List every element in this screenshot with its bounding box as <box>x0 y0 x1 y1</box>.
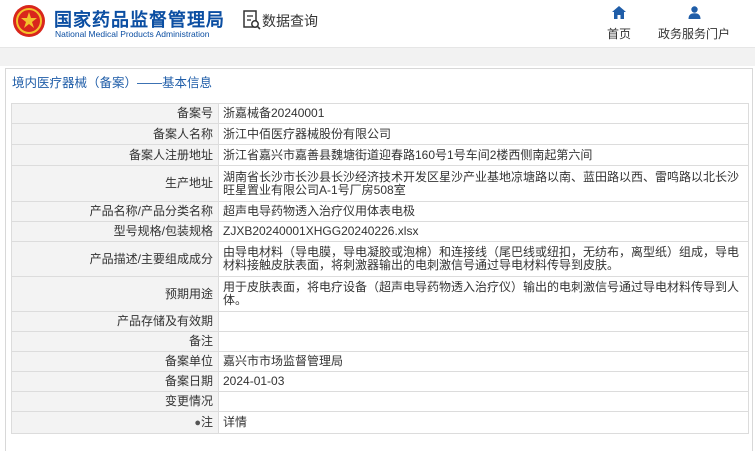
field-label: 产品存储及有效期 <box>11 311 219 332</box>
field-value: 浙嘉械备20240001 <box>218 103 749 124</box>
table-row: 产品存储及有效期 <box>11 311 749 332</box>
field-label: 预期用途 <box>11 276 219 312</box>
field-value: 超声电导药物透入治疗仪用体表电极 <box>218 201 749 222</box>
nav-home[interactable]: 首页 <box>604 6 634 42</box>
field-label: 备案人名称 <box>11 123 219 145</box>
field-value: 浙江中佰医疗器械股份有限公司 <box>218 123 749 145</box>
table-row: 备注 <box>11 331 749 352</box>
site-header: 国家药品监督管理局 National Medical Products Admi… <box>0 0 755 48</box>
field-value: 嘉兴市市场监督管理局 <box>218 351 749 372</box>
data-query-icon <box>243 10 261 30</box>
brand-title-en: National Medical Products Administration <box>55 29 210 39</box>
nav-gov-portal[interactable]: 政务服务门户 <box>656 6 732 42</box>
lightbulb-icon: ● <box>194 416 201 429</box>
home-icon <box>612 6 626 19</box>
field-value: 由导电材料（导电膜，导电凝胶或泡棉）和连接线（尾巴线或纽扣，无纺布，离型纸）组成… <box>218 241 749 277</box>
field-label: 备案单位 <box>11 351 219 372</box>
table-row: 产品名称/产品分类名称 超声电导药物透入治疗仪用体表电极 <box>11 201 749 222</box>
field-label: 备注 <box>11 331 219 352</box>
field-value: 湖南省长沙市长沙县长沙经济技术开发区星沙产业基地凉塘路以南、蓝田路以西、雷鸣路以… <box>218 165 749 202</box>
table-row: 产品描述/主要组成成分 由导电材料（导电膜，导电凝胶或泡棉）和连接线（尾巴线或纽… <box>11 241 749 277</box>
field-value <box>218 331 749 352</box>
table-row: 备案人注册地址 浙江省嘉兴市嘉善县魏塘街道迎春路160号1号车间2楼西侧南起第六… <box>11 144 749 166</box>
details-link[interactable]: 详情 <box>218 411 749 434</box>
field-label: 备案日期 <box>11 371 219 392</box>
record-detail-table: 备案号 浙嘉械备20240001 备案人名称 浙江中佰医疗器械股份有限公司 备案… <box>11 103 749 434</box>
table-row: 预期用途 用于皮肤表面，将电疗设备（超声电导药物透入治疗仪）输出的电刺激信号通过… <box>11 276 749 312</box>
table-row: 变更情况 <box>11 391 749 412</box>
user-icon <box>688 6 700 19</box>
field-label: 变更情况 <box>11 391 219 412</box>
data-query-label[interactable]: 数据查询 <box>262 11 318 31</box>
note-label-text: 注 <box>200 414 213 429</box>
note-label: ●注 <box>11 411 219 434</box>
header-divider-band <box>0 48 755 66</box>
table-row: ●注 详情 <box>11 411 749 434</box>
nav-home-label: 首页 <box>606 27 631 41</box>
field-label: 生产地址 <box>11 165 219 202</box>
field-value <box>218 311 749 332</box>
table-row: 备案单位 嘉兴市市场监督管理局 <box>11 351 749 372</box>
table-row: 生产地址 湖南省长沙市长沙县长沙经济技术开发区星沙产业基地凉塘路以南、蓝田路以西… <box>11 165 749 202</box>
panel-title: 境内医疗器械（备案）——基本信息 <box>12 76 213 90</box>
field-value: ZJXB20240001XHGG20240226.xlsx <box>218 221 749 242</box>
field-value: 用于皮肤表面，将电疗设备（超声电导药物透入治疗仪）输出的电刺激信号通过导电材料传… <box>218 276 749 312</box>
field-label: 产品描述/主要组成成分 <box>11 241 219 277</box>
detail-panel: 境内医疗器械（备案）——基本信息 备案号 浙嘉械备20240001 备案人名称 … <box>5 68 753 451</box>
nav-gov-portal-label: 政务服务门户 <box>657 27 730 41</box>
field-value: 2024-01-03 <box>218 371 749 392</box>
field-value <box>218 391 749 412</box>
field-label: 产品名称/产品分类名称 <box>11 201 219 222</box>
field-label: 型号规格/包装规格 <box>11 221 219 242</box>
table-row: 备案人名称 浙江中佰医疗器械股份有限公司 <box>11 123 749 145</box>
field-value: 浙江省嘉兴市嘉善县魏塘街道迎春路160号1号车间2楼西侧南起第六间 <box>218 144 749 166</box>
field-label: 备案号 <box>11 103 219 124</box>
table-row: 型号规格/包装规格 ZJXB20240001XHGG20240226.xlsx <box>11 221 749 242</box>
national-emblem-logo[interactable] <box>12 4 46 38</box>
table-row: 备案日期 2024-01-03 <box>11 371 749 392</box>
table-row: 备案号 浙嘉械备20240001 <box>11 103 749 124</box>
field-label: 备案人注册地址 <box>11 144 219 166</box>
